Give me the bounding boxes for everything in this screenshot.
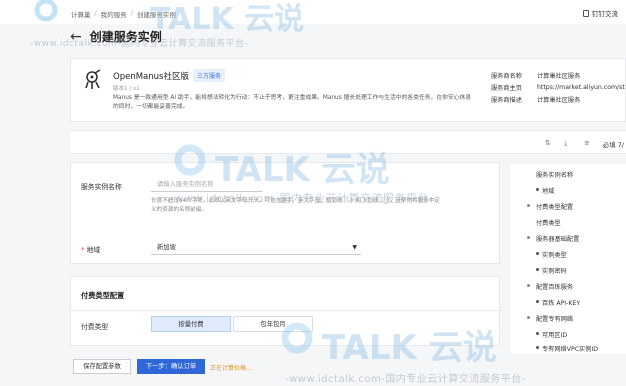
filter-icon[interactable]: ≡ [584,139,590,147]
nav-item-region[interactable]: 地域 [536,186,554,195]
payment-type-label: 付费类型 [81,323,109,331]
bottom-action-bar: 保存配置参数 下一步：确认订单 正在计算价格... [70,354,626,386]
dingtalk-button[interactable]: 钉钉交流 [583,8,618,18]
required-counter: 必填 7/ [602,141,624,149]
provider-description-label: 服务商描述 [491,96,522,104]
price-calculating-status: 正在计算价格... [210,365,252,372]
sort-icon[interactable]: ⇅ [545,139,551,147]
save-params-button[interactable]: 保存配置参数 [73,359,131,374]
product-description: Manus 是一款通用型 AI 助手，能将想法转化为行动：不止于思考，更注重成果… [113,95,472,110]
page-header: ← 创建服务实例 [70,28,162,45]
page-title: 创建服务实例 [89,30,162,44]
region-value: 新加坡 [157,244,176,251]
basic-info-card: 服务实例名称 长度不超过64个字符，必须以英文字母开头，可包含数字、英文字母、短… [70,162,500,264]
download-icon[interactable]: ⤓ [564,139,567,148]
dingtalk-label: 钉钉交流 [592,10,618,18]
provider-name-row: 服务商名称 计算巢社区服务 [491,69,625,81]
next-confirm-order-button[interactable]: 下一步：确认订单 [137,359,205,374]
instance-name-input[interactable] [151,178,263,192]
provider-homepage-label: 服务商主页 [491,84,522,92]
caret-down-icon: ▼ [352,244,357,251]
provider-homepage-row: 服务商主页 https://market.aliyun.com/store [491,81,625,93]
nav-item-server-config[interactable]: 服务器基础配置 [527,234,579,243]
top-bar: 计算巢 / 我的服务 / 创建服务实例 钉钉交流 [0,0,626,24]
breadcrumb-separator: / [94,9,97,17]
breadcrumb-separator: / [130,9,133,17]
form-anchor-nav: 服务实例名称 地域 付费类型配置 付费类型 服务器基础配置 实例类型 实例密码 … [510,164,626,354]
nav-item-vpc-id[interactable]: 专有网络VPC实例ID [536,344,598,353]
region-label: * 地域 [81,246,101,254]
instance-name-label: 服务实例名称 [81,183,122,191]
nav-item-bailian-config[interactable]: 配置百炼服务 [527,282,573,291]
provider-description-row: 服务商描述 计算巢社区服务 [491,93,625,105]
nav-item-bailian-api-key[interactable]: 百炼 API-KEY [536,298,580,307]
subscription-option[interactable]: 包年包月 [233,316,313,332]
nav-item-payment-config[interactable]: 付费类型配置 [527,202,573,211]
dingtalk-icon [583,9,589,17]
nav-item-vpc-config[interactable]: 配置专有网络 [527,314,573,323]
nav-item-instance-password[interactable]: 实例密码 [536,266,567,275]
openmanus-logo [85,69,101,89]
product-card: OpenManus社区版 三方服务 版本1 | v1 Manus 是一款通用型 … [70,58,626,122]
service-type-badge: 三方服务 [193,69,226,82]
nav-item-instance-name[interactable]: 服务实例名称 [536,170,573,179]
payment-config-card: 付费类型配置 付费类型 按量付费 包年包月 [70,276,501,346]
region-label-text: 地域 [86,246,101,254]
breadcrumb-item-create-instance: 创建服务实例 [136,11,176,19]
breadcrumb-item-my-services[interactable]: 我的服务 [101,9,127,19]
breadcrumb: 计算巢 / 我的服务 / 创建服务实例 [71,9,176,19]
nav-item-payment-type[interactable]: 付费类型 [536,218,561,227]
region-select[interactable]: 新加坡 ▼ [151,241,361,255]
provider-name-value: 计算巢社区服务 [537,72,581,80]
provider-homepage-link[interactable]: https://market.aliyun.com/store [537,84,625,91]
product-version: 版本1 | v1 [113,86,140,92]
pay-as-you-go-option[interactable]: 按量付费 [151,316,231,332]
provider-meta: 服务商名称 计算巢社区服务 服务商主页 https://market.aliyu… [491,69,625,105]
payment-section-title: 付费类型配置 [81,291,125,300]
form-toolbar: ⇅ ⤓ ≡ 必填 7/ [70,130,626,154]
nav-item-instance-type[interactable]: 实例类型 [536,250,567,259]
breadcrumb-item-compute-nest[interactable]: 计算巢 [71,9,91,19]
instance-name-hint: 长度不超过64个字符，必须以英文字母开头，可包含数字、英文字母、短划线（-）和下… [151,198,440,213]
nav-item-zone-id[interactable]: 可用区ID [536,330,567,339]
provider-description-value: 计算巢社区服务 [537,96,581,104]
divider [71,310,501,311]
back-arrow-icon[interactable]: ← [70,30,82,44]
product-name: OpenManus社区版 [113,72,189,82]
provider-name-label: 服务商名称 [491,72,522,80]
